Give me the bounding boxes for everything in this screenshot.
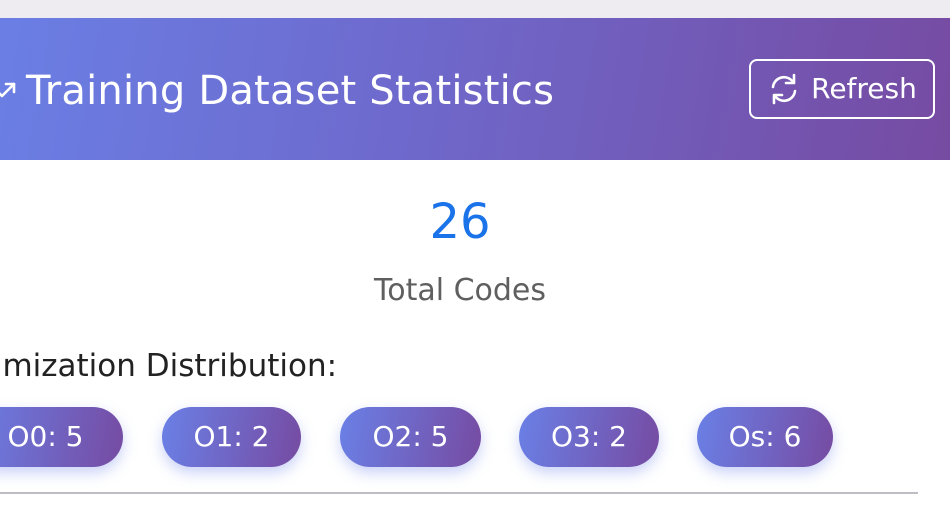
chip-o2[interactable]: O2: 5 (340, 407, 481, 467)
refresh-button[interactable]: Refresh (749, 59, 935, 119)
chip-o3[interactable]: O3: 2 (519, 407, 659, 467)
refresh-icon (767, 72, 801, 106)
page-title: Training Dataset Statistics (26, 68, 555, 114)
total-codes-label: Total Codes (373, 273, 547, 308)
chip-os[interactable]: Os: 6 (697, 407, 833, 467)
section-divider (0, 492, 918, 494)
refresh-label: Refresh (811, 72, 917, 105)
window-top-strip (0, 0, 950, 18)
distribution-chips: O0: 5 O1: 2 O2: 5 O3: 2 Os: 6 (0, 407, 950, 467)
chip-o0[interactable]: O0: 5 (0, 407, 123, 467)
trend-up-icon (0, 76, 20, 106)
card-header: Training Dataset Statistics Refresh (0, 18, 950, 160)
total-codes-value: 26 (429, 194, 491, 250)
header-title: Training Dataset Statistics (0, 66, 554, 116)
stats-card: Training Dataset Statistics Refresh 26 T… (0, 18, 950, 518)
chip-o1[interactable]: O1: 2 (162, 407, 301, 467)
distribution-heading: ptimization Distribution: (0, 348, 338, 384)
